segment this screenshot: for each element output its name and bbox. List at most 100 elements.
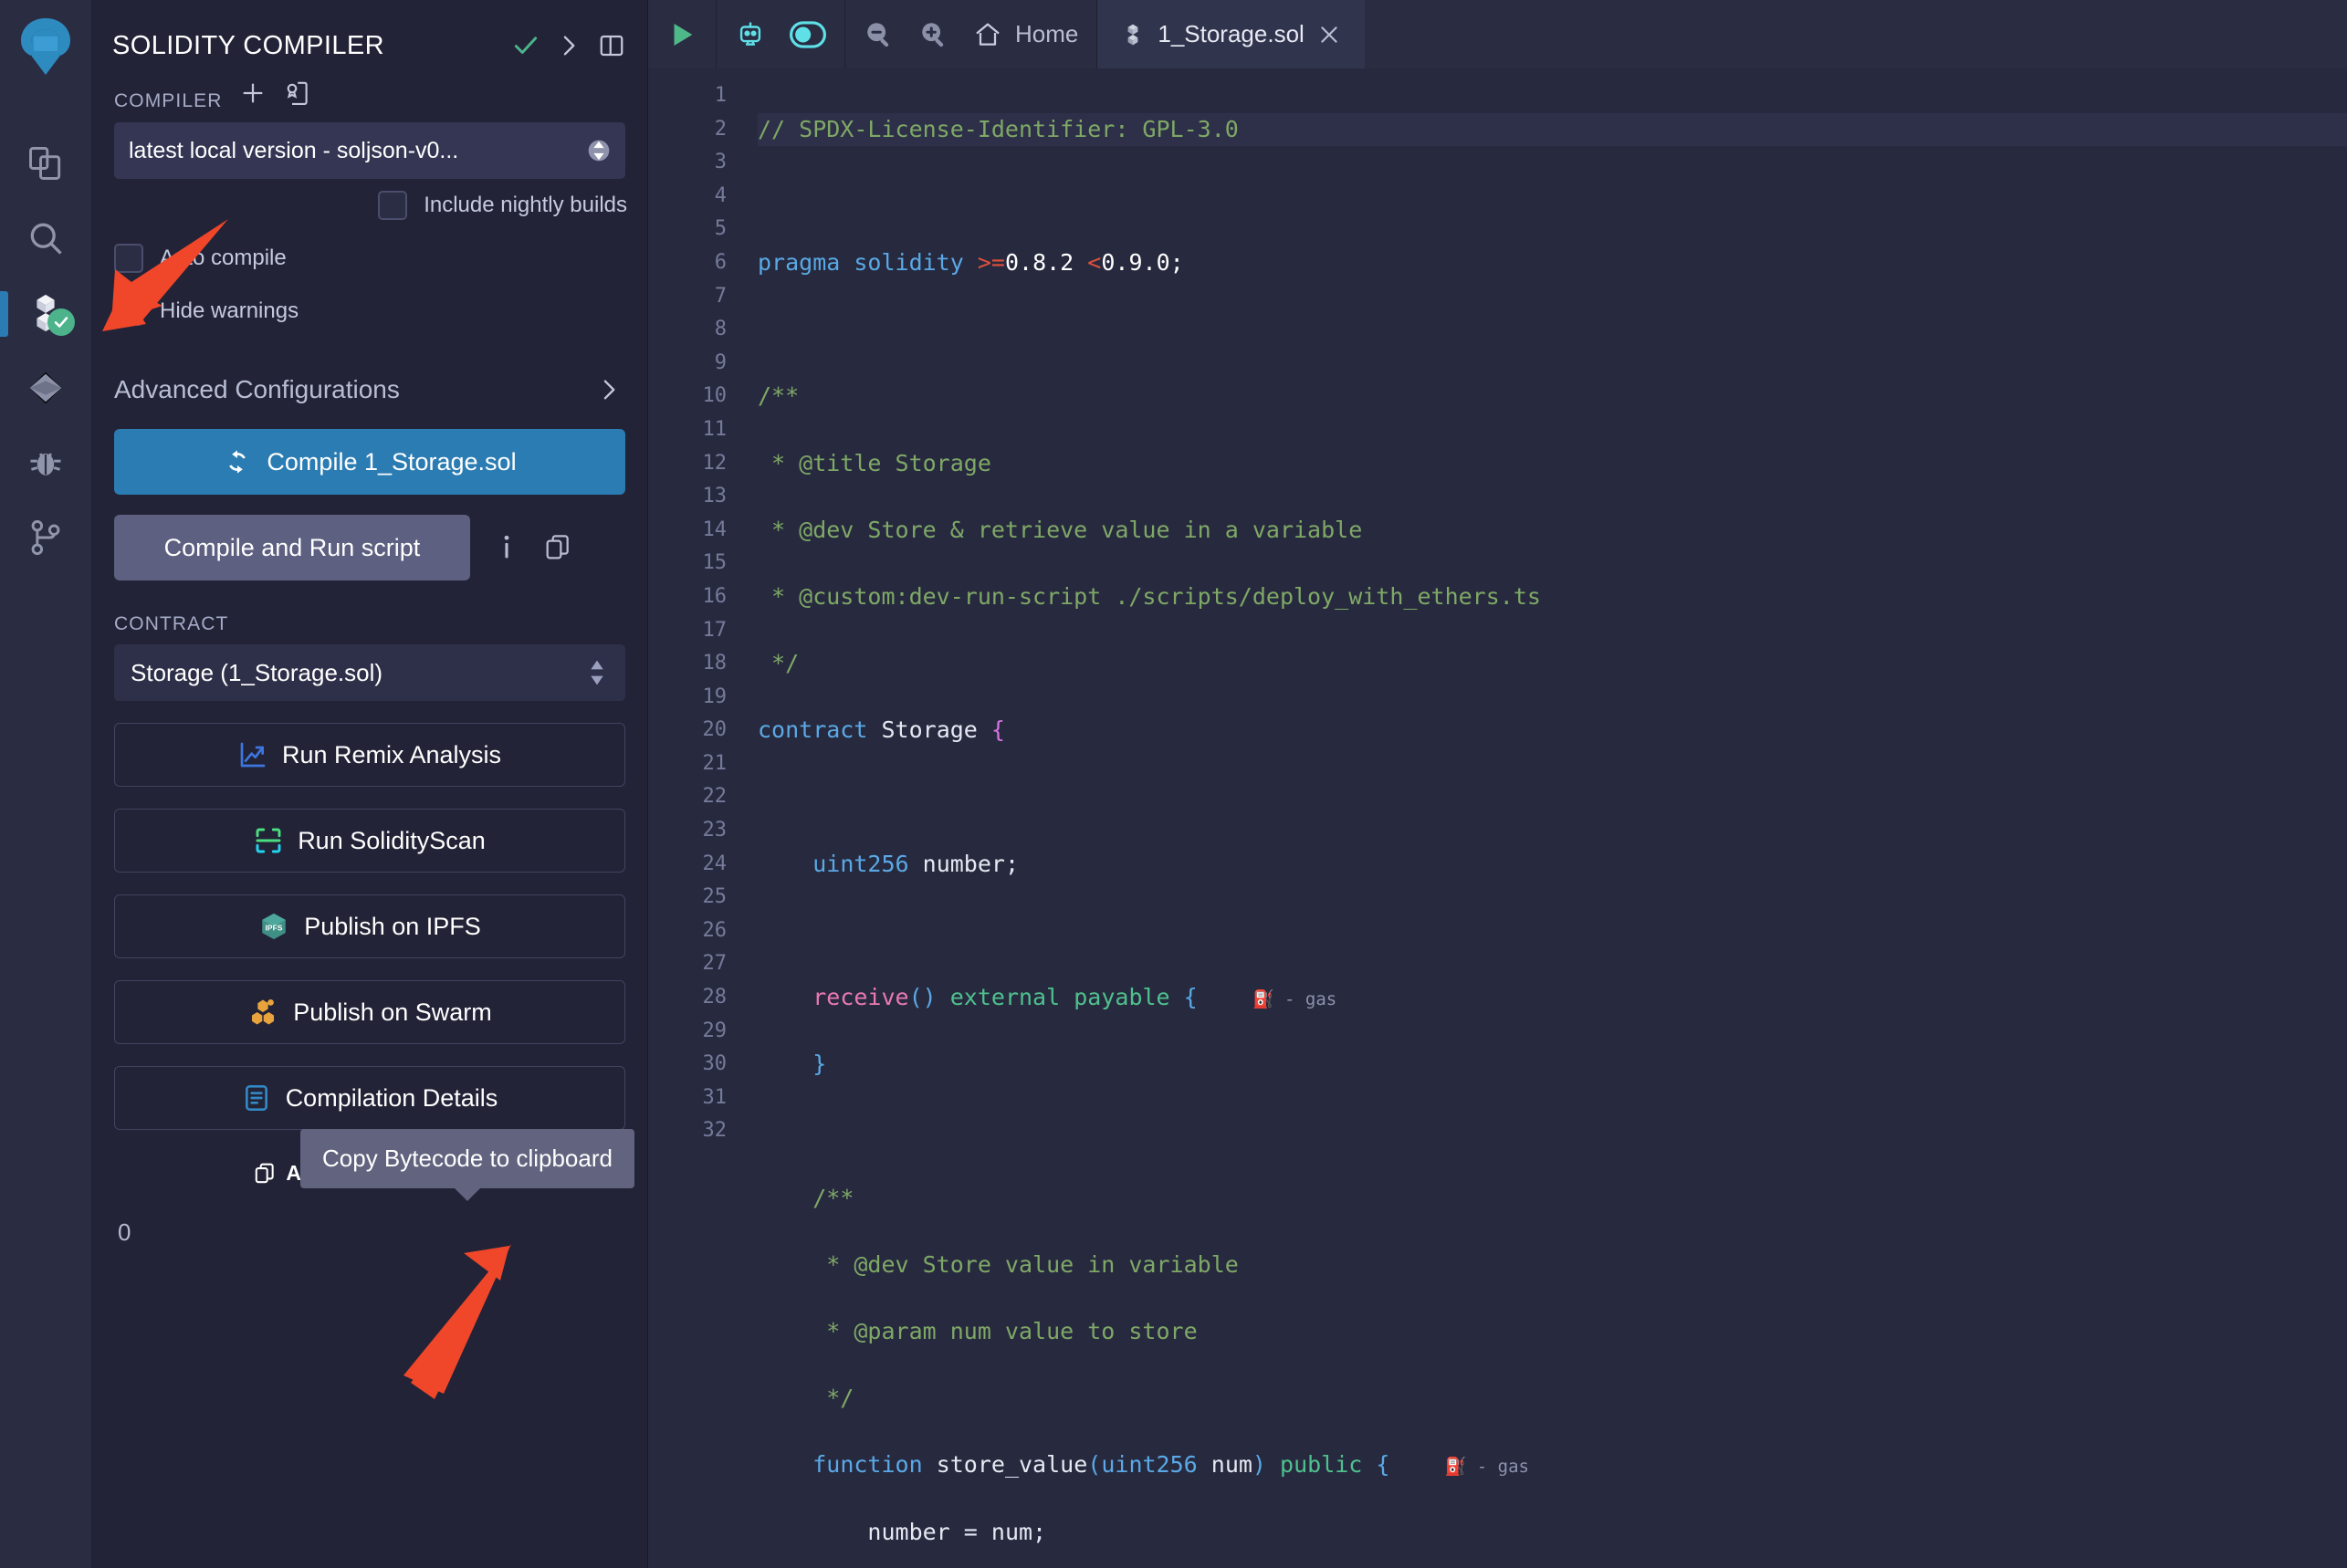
compile-button[interactable]: Compile 1_Storage.sol: [114, 429, 625, 495]
compilation-details-label: Compilation Details: [285, 1083, 498, 1112]
sidebar-item-debugger[interactable]: [0, 425, 91, 500]
editor-toolbar: Home 1_Storage.sol: [648, 0, 2347, 68]
contract-select[interactable]: Storage (1_Storage.sol): [114, 644, 625, 701]
icon-rail: [0, 0, 92, 1568]
refresh-icon: [223, 447, 252, 476]
code-editor[interactable]: 1 2 3 4 5 6 7 8 9 10 11 12 13 14 15 16 17 18 19 20 21 22 23 24 2…: [648, 68, 2347, 1568]
debugger-bug-icon: [26, 443, 66, 483]
line-number: 29: [702, 1019, 728, 1042]
line-number: 2: [714, 117, 727, 141]
publish-ipfs-button[interactable]: IPFS Publish on IPFS: [114, 894, 625, 958]
svg-text:IPFS: IPFS: [266, 923, 283, 932]
ipfs-icon: IPFS: [258, 911, 289, 942]
run-group: [648, 0, 717, 68]
home-tab[interactable]: Home: [973, 20, 1078, 49]
advanced-configurations-toggle[interactable]: Advanced Configurations: [92, 350, 647, 429]
run-solidityscan-label: Run SolidityScan: [298, 826, 486, 854]
copy-icon[interactable]: [543, 533, 572, 562]
line-number: 19: [702, 685, 728, 708]
details-document-icon: [242, 1083, 271, 1113]
run-remix-analysis-button[interactable]: Run Remix Analysis: [114, 723, 625, 787]
line-number: 10: [702, 384, 728, 408]
page-title: SOLIDITY COMPILER: [112, 30, 384, 60]
line-number: 7: [714, 284, 727, 308]
panel-header: SOLIDITY COMPILER: [92, 0, 647, 71]
compiler-section-header: COMPILER: [92, 71, 647, 115]
line-number-gutter: 1 2 3 4 5 6 7 8 9 10 11 12 13 14 15 16 17 18 19 20 21 22 23 24 2…: [648, 68, 749, 1568]
compiler-version-select[interactable]: latest local version - soljson-v0...: [114, 122, 625, 179]
chevron-right-icon[interactable]: [556, 33, 582, 58]
sidebar-item-git[interactable]: [0, 500, 91, 575]
advanced-configurations-label: Advanced Configurations: [114, 375, 400, 403]
tab-label: 1_Storage.sol: [1158, 20, 1304, 47]
info-icon[interactable]: [494, 532, 519, 563]
sidebar-item-deploy-run[interactable]: [0, 350, 91, 425]
chevron-right-icon: [596, 377, 622, 402]
deploy-run-icon: [25, 367, 67, 409]
compiler-version-value: latest local version - soljson-v0...: [129, 137, 459, 163]
run-solidityscan-button[interactable]: Run SolidityScan: [114, 809, 625, 873]
compile-and-run-script-label: Compile and Run script: [163, 533, 421, 561]
line-number: 17: [702, 618, 728, 642]
ai-group: [717, 0, 845, 68]
line-number: 31: [702, 1085, 728, 1109]
sidebar-item-file-explorer[interactable]: [0, 126, 91, 201]
line-number: 32: [702, 1119, 728, 1143]
zoom-in-icon[interactable]: [918, 19, 949, 50]
line-number: 30: [702, 1052, 728, 1076]
include-nightly-checkbox[interactable]: [378, 191, 408, 220]
hide-warnings-row[interactable]: Hide warnings: [92, 285, 647, 338]
include-nightly-row[interactable]: Include nightly builds: [92, 179, 647, 232]
compile-button-label: Compile 1_Storage.sol: [267, 447, 517, 476]
code-content[interactable]: // SPDX-License-Identifier: GPL-3.0 prag…: [749, 68, 2347, 1568]
run-remix-analysis-label: Run Remix Analysis: [281, 740, 502, 768]
auto-compile-row[interactable]: Auto compile: [92, 232, 647, 285]
line-number: 3: [714, 151, 727, 174]
publish-swarm-button[interactable]: Publish on Swarm: [114, 980, 625, 1044]
compiler-bottom-value: 0: [118, 1218, 131, 1246]
line-number: 13: [702, 485, 728, 508]
compilation-details-button[interactable]: Compilation Details: [114, 1066, 625, 1130]
compiler-config-file-icon[interactable]: [283, 79, 310, 107]
remix-ide-window: SOLIDITY COMPILER COMPILER latest local …: [0, 0, 2347, 1568]
line-number: 20: [702, 718, 728, 742]
line-number: 24: [702, 852, 728, 875]
remix-ai-robot-icon[interactable]: [735, 19, 766, 50]
zoom-out-icon[interactable]: [864, 19, 895, 50]
line-number: 9: [714, 350, 727, 374]
copy-bytecode-tooltip: Copy Bytecode to clipboard: [300, 1129, 634, 1201]
include-nightly-label: Include nightly builds: [424, 193, 627, 217]
editor-area: Home 1_Storage.sol 1 2 3 4 5 6 7 8 9 10 …: [648, 0, 2347, 1568]
tab-1-storage-sol[interactable]: 1_Storage.sol: [1097, 0, 1365, 68]
line-number: 1: [714, 84, 727, 107]
sidebar-item-search[interactable]: [0, 201, 91, 276]
run-script-icon[interactable]: [666, 19, 697, 50]
auto-compile-label: Auto compile: [160, 246, 287, 270]
compile-success-badge: [47, 308, 75, 336]
compile-and-run-script-button[interactable]: Compile and Run script: [114, 515, 470, 580]
line-number: 5: [714, 217, 727, 241]
layout-panel-icon[interactable]: [598, 32, 625, 59]
hide-warnings-label: Hide warnings: [160, 298, 299, 323]
line-number: 12: [702, 451, 728, 475]
check-icon[interactable]: [512, 32, 540, 59]
ai-toggle-icon[interactable]: [790, 20, 826, 49]
sidebar-item-solidity-compiler[interactable]: [0, 276, 91, 350]
add-custom-compiler-icon[interactable]: [239, 79, 267, 107]
close-icon[interactable]: [1317, 23, 1341, 47]
analysis-chart-icon: [238, 740, 267, 769]
search-icon: [26, 218, 66, 258]
git-branch-icon: [26, 517, 66, 558]
chevron-updown-icon: [587, 135, 611, 166]
line-number: 28: [702, 986, 728, 1009]
hide-warnings-checkbox[interactable]: [114, 297, 143, 326]
compiler-label: COMPILER: [114, 90, 223, 111]
contract-label: CONTRACT: [114, 613, 229, 634]
solidity-compiler-panel: SOLIDITY COMPILER COMPILER latest local …: [92, 0, 648, 1568]
auto-compile-checkbox[interactable]: [114, 244, 143, 273]
line-number: 6: [714, 250, 727, 274]
line-number: 4: [714, 183, 727, 207]
line-number: 26: [702, 918, 728, 942]
solidity-file-icon: [1121, 23, 1145, 47]
line-number: 16: [702, 584, 728, 608]
